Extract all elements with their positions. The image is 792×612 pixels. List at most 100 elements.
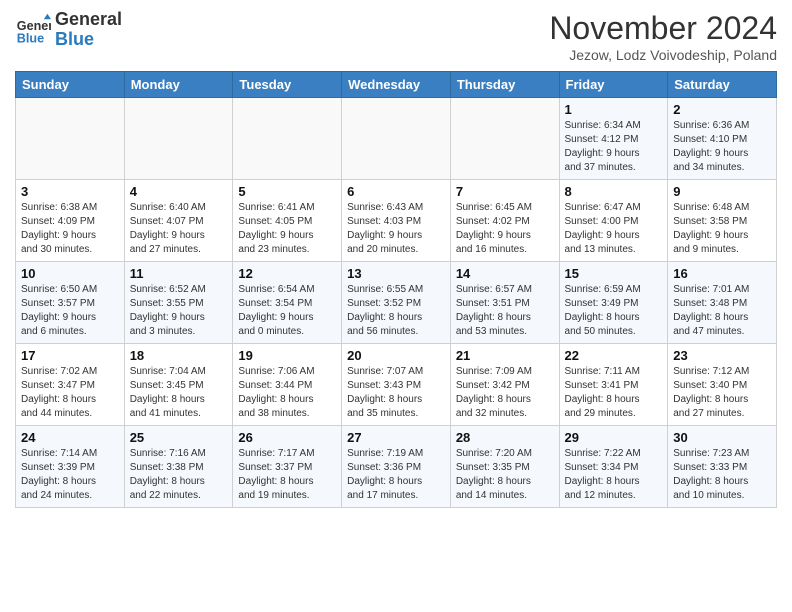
col-header-thursday: Thursday: [450, 72, 559, 98]
day-number: 19: [238, 348, 336, 363]
calendar-cell: 6 Sunrise: 6:43 AM Sunset: 4:03 PM Daylig…: [342, 180, 451, 262]
week-row-3: 10 Sunrise: 6:50 AM Sunset: 3:57 PM Dayli…: [16, 262, 777, 344]
day-number: 22: [565, 348, 663, 363]
day-number: 2: [673, 102, 771, 117]
page-header: General Blue General Blue November 2024 …: [15, 10, 777, 63]
day-number: 5: [238, 184, 336, 199]
calendar-cell: 7Sunrise: 6:45 AM Sunset: 4:02 PM Daylig…: [450, 180, 559, 262]
day-info: Sunrise: 7:14 AM Sunset: 3:39 PM Dayligh…: [21, 447, 119, 503]
calendar-cell: 18 Sunrise: 7:04 AM Sunset: 3:45 PM Dayli…: [124, 344, 233, 426]
calendar-cell: 1 Sunrise: 6:34 AM Sunset: 4:12 PM Daylig…: [559, 98, 668, 180]
header-row: SundayMondayTuesdayWednesdayThursdayFrid…: [16, 72, 777, 98]
col-header-wednesday: Wednesday: [342, 72, 451, 98]
day-number: 25: [130, 430, 228, 445]
day-info: Sunrise: 7:06 AM Sunset: 3:44 PM Dayligh…: [238, 365, 336, 421]
day-info: Sunrise: 6:54 AM Sunset: 3:54 PM Dayligh…: [238, 283, 336, 339]
logo-text: General Blue: [55, 10, 122, 50]
day-number: 21: [456, 348, 554, 363]
day-info: Sunrise: 6:55 AM Sunset: 3:52 PM Dayligh…: [347, 283, 445, 339]
col-header-sunday: Sunday: [16, 72, 125, 98]
day-number: 6: [347, 184, 445, 199]
day-number: 3: [21, 184, 119, 199]
day-number: 17: [21, 348, 119, 363]
day-number: 4: [130, 184, 228, 199]
col-header-tuesday: Tuesday: [233, 72, 342, 98]
day-number: 24: [21, 430, 119, 445]
day-info: Sunrise: 7:23 AM Sunset: 3:33 PM Dayligh…: [673, 447, 771, 503]
calendar-cell: [124, 98, 233, 180]
calendar-cell: [342, 98, 451, 180]
day-info: Sunrise: 6:59 AM Sunset: 3:49 PM Dayligh…: [565, 283, 663, 339]
calendar-cell: 20 Sunrise: 7:07 AM Sunset: 3:43 PM Dayli…: [342, 344, 451, 426]
calendar-cell: 30 Sunrise: 7:23 AM Sunset: 3:33 PM Dayli…: [668, 426, 777, 508]
col-header-saturday: Saturday: [668, 72, 777, 98]
day-number: 28: [456, 430, 554, 445]
day-info: Sunrise: 6:52 AM Sunset: 3:55 PM Dayligh…: [130, 283, 228, 339]
calendar-cell: 27 Sunrise: 7:19 AM Sunset: 3:36 PM Dayli…: [342, 426, 451, 508]
day-info: Sunrise: 6:34 AM Sunset: 4:12 PM Dayligh…: [565, 119, 663, 175]
calendar-cell: 16 Sunrise: 7:01 AM Sunset: 3:48 PM Dayli…: [668, 262, 777, 344]
calendar-cell: 8 Sunrise: 6:47 AM Sunset: 4:00 PM Daylig…: [559, 180, 668, 262]
calendar-cell: 26 Sunrise: 7:17 AM Sunset: 3:37 PM Dayli…: [233, 426, 342, 508]
day-number: 23: [673, 348, 771, 363]
day-number: 8: [565, 184, 663, 199]
calendar-cell: 21 Sunrise: 7:09 AM Sunset: 3:42 PM Dayli…: [450, 344, 559, 426]
calendar-cell: 12 Sunrise: 6:54 AM Sunset: 3:54 PM Dayli…: [233, 262, 342, 344]
day-info: Sunrise: 7:16 AM Sunset: 3:38 PM Dayligh…: [130, 447, 228, 503]
day-info: Sunrise: 7:07 AM Sunset: 3:43 PM Dayligh…: [347, 365, 445, 421]
calendar-cell: 4Sunrise: 6:40 AM Sunset: 4:07 PM Daylig…: [124, 180, 233, 262]
day-info: Sunrise: 6:57 AM Sunset: 3:51 PM Dayligh…: [456, 283, 554, 339]
day-number: 27: [347, 430, 445, 445]
calendar-cell: 13 Sunrise: 6:55 AM Sunset: 3:52 PM Dayli…: [342, 262, 451, 344]
day-info: Sunrise: 6:38 AM Sunset: 4:09 PM Dayligh…: [21, 201, 119, 257]
week-row-5: 24 Sunrise: 7:14 AM Sunset: 3:39 PM Dayli…: [16, 426, 777, 508]
day-info: Sunrise: 7:11 AM Sunset: 3:41 PM Dayligh…: [565, 365, 663, 421]
calendar-cell: 15 Sunrise: 6:59 AM Sunset: 3:49 PM Dayli…: [559, 262, 668, 344]
calendar-cell: 25 Sunrise: 7:16 AM Sunset: 3:38 PM Dayli…: [124, 426, 233, 508]
calendar-cell: 23 Sunrise: 7:12 AM Sunset: 3:40 PM Dayli…: [668, 344, 777, 426]
col-header-friday: Friday: [559, 72, 668, 98]
day-number: 26: [238, 430, 336, 445]
day-info: Sunrise: 7:17 AM Sunset: 3:37 PM Dayligh…: [238, 447, 336, 503]
day-info: Sunrise: 6:50 AM Sunset: 3:57 PM Dayligh…: [21, 283, 119, 339]
day-info: Sunrise: 7:20 AM Sunset: 3:35 PM Dayligh…: [456, 447, 554, 503]
week-row-4: 17 Sunrise: 7:02 AM Sunset: 3:47 PM Dayli…: [16, 344, 777, 426]
calendar-cell: 11Sunrise: 6:52 AM Sunset: 3:55 PM Dayli…: [124, 262, 233, 344]
day-info: Sunrise: 7:01 AM Sunset: 3:48 PM Dayligh…: [673, 283, 771, 339]
day-number: 18: [130, 348, 228, 363]
day-info: Sunrise: 7:04 AM Sunset: 3:45 PM Dayligh…: [130, 365, 228, 421]
day-number: 1: [565, 102, 663, 117]
day-info: Sunrise: 6:47 AM Sunset: 4:00 PM Dayligh…: [565, 201, 663, 257]
day-number: 30: [673, 430, 771, 445]
day-number: 15: [565, 266, 663, 281]
day-number: 12: [238, 266, 336, 281]
calendar-cell: 22 Sunrise: 7:11 AM Sunset: 3:41 PM Dayli…: [559, 344, 668, 426]
week-row-1: 1 Sunrise: 6:34 AM Sunset: 4:12 PM Daylig…: [16, 98, 777, 180]
day-number: 14: [456, 266, 554, 281]
day-info: Sunrise: 7:12 AM Sunset: 3:40 PM Dayligh…: [673, 365, 771, 421]
day-info: Sunrise: 7:09 AM Sunset: 3:42 PM Dayligh…: [456, 365, 554, 421]
calendar-cell: 2 Sunrise: 6:36 AM Sunset: 4:10 PM Daylig…: [668, 98, 777, 180]
day-info: Sunrise: 6:36 AM Sunset: 4:10 PM Dayligh…: [673, 119, 771, 175]
calendar-cell: 24 Sunrise: 7:14 AM Sunset: 3:39 PM Dayli…: [16, 426, 125, 508]
day-info: Sunrise: 6:43 AM Sunset: 4:03 PM Dayligh…: [347, 201, 445, 257]
calendar-cell: 29 Sunrise: 7:22 AM Sunset: 3:34 PM Dayli…: [559, 426, 668, 508]
svg-text:Blue: Blue: [17, 31, 44, 45]
day-number: 29: [565, 430, 663, 445]
calendar-cell: 17 Sunrise: 7:02 AM Sunset: 3:47 PM Dayli…: [16, 344, 125, 426]
day-number: 13: [347, 266, 445, 281]
calendar-cell: [16, 98, 125, 180]
day-info: Sunrise: 7:22 AM Sunset: 3:34 PM Dayligh…: [565, 447, 663, 503]
calendar-cell: 28 Sunrise: 7:20 AM Sunset: 3:35 PM Dayli…: [450, 426, 559, 508]
col-header-monday: Monday: [124, 72, 233, 98]
calendar-cell: [233, 98, 342, 180]
day-info: Sunrise: 6:45 AM Sunset: 4:02 PM Dayligh…: [456, 201, 554, 257]
logo-general-text: General: [55, 10, 122, 30]
day-info: Sunrise: 7:19 AM Sunset: 3:36 PM Dayligh…: [347, 447, 445, 503]
day-number: 10: [21, 266, 119, 281]
day-info: Sunrise: 7:02 AM Sunset: 3:47 PM Dayligh…: [21, 365, 119, 421]
day-number: 20: [347, 348, 445, 363]
calendar-cell: 14 Sunrise: 6:57 AM Sunset: 3:51 PM Dayli…: [450, 262, 559, 344]
logo-blue-text: Blue: [55, 30, 122, 50]
day-number: 16: [673, 266, 771, 281]
